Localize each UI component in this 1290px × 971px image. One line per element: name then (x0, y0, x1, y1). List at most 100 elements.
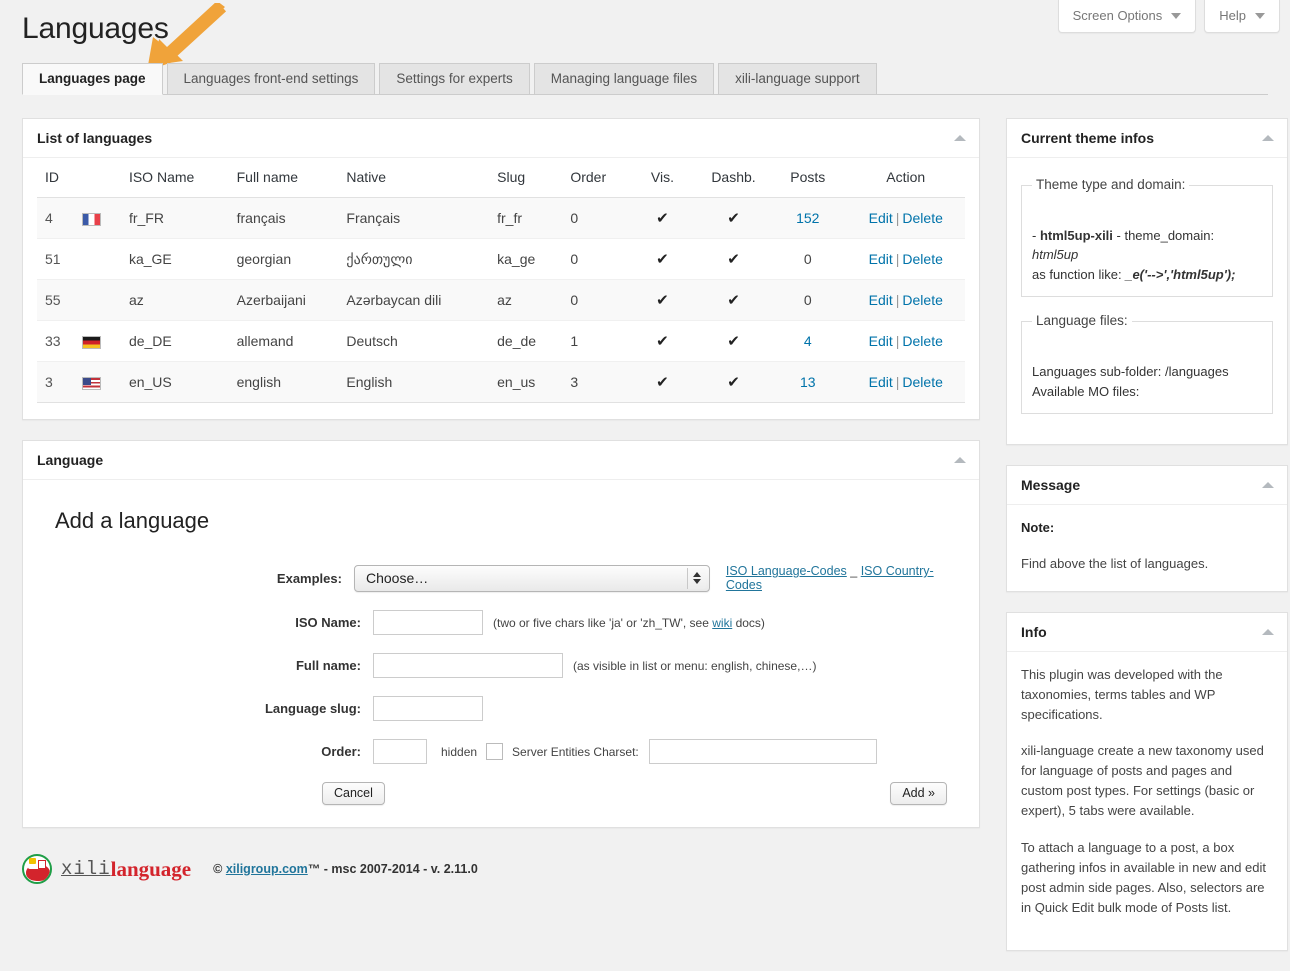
table-row: 55 az Azerbaijani Azərbaycan dili az 0 ✔ ✔ 0 Edit… (37, 279, 965, 321)
page-title: Languages (22, 12, 169, 45)
sidebar-column: Current theme infos Theme type and domai… (1006, 118, 1288, 971)
cell-id: 33 (45, 333, 61, 349)
iso-name-hint-pre: (two or five chars like 'ja' or 'zh_TW',… (493, 615, 713, 630)
collapse-toggle-icon[interactable] (954, 135, 966, 141)
posts-count-link[interactable]: 152 (796, 210, 819, 226)
screen-options-button[interactable]: Screen Options (1057, 0, 1197, 33)
message-panel: Message Note: Find above the list of lan… (1006, 465, 1288, 592)
iso-name-label: ISO Name: (295, 615, 361, 630)
action-separator: | (895, 292, 900, 308)
languages-table: ID ISO Name Full name Native Slug Order … (37, 158, 965, 403)
delete-link[interactable]: Delete (902, 333, 942, 349)
language-files-legend: Language files: (1036, 313, 1128, 329)
cell-dashboard: ✔ (698, 198, 769, 239)
order-input[interactable] (373, 739, 427, 764)
chevron-down-icon (692, 579, 701, 584)
language-panel-header[interactable]: Language (23, 441, 979, 480)
edit-link[interactable]: Edit (869, 292, 893, 308)
message-panel-header[interactable]: Message (1007, 466, 1287, 506)
language-files-content: Languages sub-folder: /languages Availab… (1032, 362, 1262, 401)
check-icon: ✔ (727, 374, 740, 391)
info-paragraph-1: This plugin was developed with the taxon… (1021, 666, 1223, 722)
cell-full-name: english (236, 374, 281, 390)
cell-visible: ✔ (627, 239, 698, 280)
cell-native: ქართული (346, 250, 413, 267)
current-theme-infos-header[interactable]: Current theme infos (1007, 119, 1287, 158)
cell-flag (74, 321, 121, 362)
info-paragraph-2: xili-language create a new taxonomy used… (1021, 743, 1264, 819)
cell-visible: ✔ (627, 362, 698, 403)
examples-select[interactable]: Choose… (353, 564, 710, 592)
languages-table-head: ID ISO Name Full name Native Slug Order … (37, 158, 965, 198)
check-icon: ✔ (656, 251, 669, 268)
posts-count-link[interactable]: 4 (804, 333, 812, 349)
edit-link[interactable]: Edit (869, 333, 893, 349)
copyright-pre: © (213, 862, 226, 876)
cell-native: English (346, 374, 393, 390)
help-label: Help (1219, 8, 1246, 23)
collapse-toggle-icon[interactable] (1262, 482, 1274, 489)
add-button[interactable]: Add » (890, 782, 947, 805)
cell-full-name: français (236, 210, 286, 226)
chevron-up-icon (692, 572, 701, 577)
tab-languages-front-end-settings[interactable]: Languages front-end settings (166, 63, 376, 95)
action-separator: | (895, 333, 900, 349)
delete-link[interactable]: Delete (902, 374, 942, 390)
theme-domain-line: - html5up-xili - theme_domain: (1032, 226, 1262, 246)
iso-name-input[interactable] (373, 610, 483, 635)
current-theme-infos-panel: Current theme infos Theme type and domai… (1006, 118, 1288, 446)
check-icon: ✔ (727, 333, 740, 350)
wiki-link[interactable]: wiki (712, 616, 732, 630)
column-header-order: Order (562, 158, 627, 198)
cell-posts: 4 (769, 321, 847, 362)
cell-dashboard: ✔ (698, 239, 769, 280)
languages-table-body: 4 fr_FR français Français fr_fr 0 ✔ ✔ 152 Edit | De… (37, 197, 965, 403)
edit-link[interactable]: Edit (869, 374, 893, 390)
iso-language-codes-link[interactable]: ISO Language-Codes (726, 564, 847, 578)
tab-managing-language-files[interactable]: Managing language files (533, 63, 715, 95)
edit-link[interactable]: Edit (869, 210, 893, 226)
theme-function-line: as function like: _e('-->','html5up'); (1032, 265, 1262, 285)
help-button[interactable]: Help (1204, 0, 1280, 33)
examples-row: Examples: Choose… ISO Language-Codes _ I… (47, 564, 955, 592)
collapse-toggle-icon[interactable] (1262, 628, 1274, 635)
posts-count-link[interactable]: 13 (800, 374, 816, 390)
server-entities-charset-input[interactable] (648, 739, 877, 764)
tab-xili-language-support[interactable]: xili-language support (718, 63, 877, 95)
iso-name-row: ISO Name: (two or five chars like 'ja' o… (47, 610, 955, 635)
chevron-down-icon (1171, 12, 1182, 19)
delete-link[interactable]: Delete (902, 210, 942, 226)
info-panel-header[interactable]: Info (1007, 613, 1287, 652)
hidden-checkbox[interactable] (486, 743, 504, 760)
select-stepper-icon[interactable] (686, 567, 706, 589)
cancel-button[interactable]: Cancel (322, 782, 385, 805)
collapse-toggle-icon[interactable] (954, 457, 966, 463)
cell-iso-name: fr_FR (128, 210, 164, 226)
cell-native: Deutsch (346, 333, 398, 349)
tab-settings-for-experts[interactable]: Settings for experts (379, 63, 530, 95)
column-header-flag (73, 158, 121, 198)
tab-languages-page[interactable]: Languages page (22, 63, 163, 95)
language-slug-input[interactable] (373, 696, 483, 721)
column-header-posts: Posts (769, 158, 847, 198)
check-icon: ✔ (727, 251, 740, 268)
cell-visible: ✔ (627, 280, 698, 321)
full-name-input[interactable] (373, 653, 563, 678)
column-header-iso: ISO Name (120, 158, 229, 198)
cell-dashboard: ✔ (698, 321, 769, 362)
flag-icon-de (81, 335, 101, 349)
list-of-languages-title: List of languages (37, 130, 153, 146)
delete-link[interactable]: Delete (902, 292, 942, 308)
collapse-toggle-icon[interactable] (1262, 135, 1274, 141)
check-icon: ✔ (656, 374, 669, 391)
iso-code-links: ISO Language-Codes _ ISO Country-Codes (726, 564, 955, 592)
cell-id: 4 (45, 210, 53, 226)
xiligroup-link[interactable]: xiligroup.com (226, 862, 308, 876)
list-of-languages-header[interactable]: List of languages (23, 119, 979, 158)
edit-link[interactable]: Edit (869, 251, 893, 267)
list-of-languages-panel: List of languages ID ISO Name Full name … (22, 118, 980, 420)
cell-native: Azərbaycan dili (346, 292, 442, 308)
examples-select-value: Choose… (365, 570, 429, 586)
hidden-label: hidden (441, 744, 478, 759)
delete-link[interactable]: Delete (902, 251, 942, 267)
